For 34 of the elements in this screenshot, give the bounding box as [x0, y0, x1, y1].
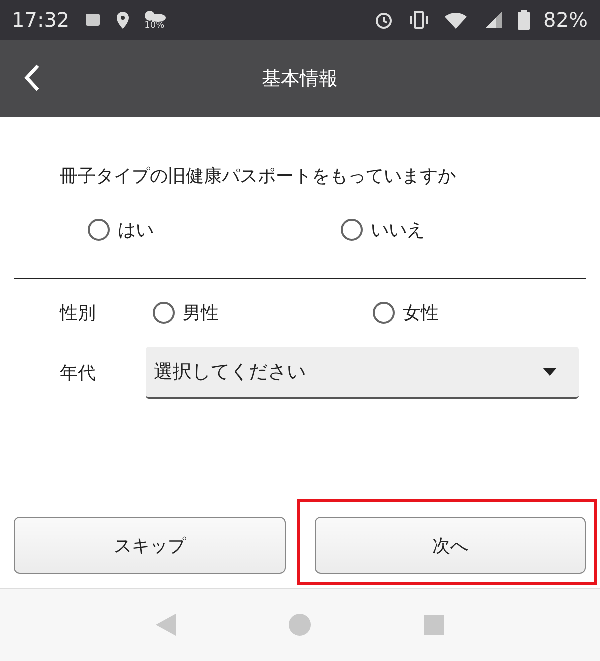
option-label: いいえ	[371, 219, 425, 242]
home-circle-icon	[288, 614, 311, 636]
radio-button[interactable]	[88, 219, 110, 241]
option-label: はい	[118, 219, 154, 242]
header-title: 基本情報	[262, 66, 338, 92]
back-triangle-icon	[156, 614, 176, 636]
alarm-clock-icon	[374, 10, 394, 30]
action-button[interactable]: スキップ	[14, 517, 286, 574]
battery-icon	[518, 10, 530, 30]
weather-percent: 10%	[144, 22, 165, 30]
radio-option[interactable]: はい	[88, 218, 341, 242]
radio-option[interactable]: 女性	[373, 301, 593, 325]
vibrate-icon	[408, 10, 430, 30]
signal-icon	[484, 10, 504, 30]
radio-button[interactable]	[373, 302, 395, 324]
wifi-icon	[444, 10, 470, 30]
radio-button[interactable]	[153, 302, 175, 324]
age-select[interactable]: 選択してください	[146, 347, 579, 399]
option-label: 男性	[183, 302, 219, 325]
battery-percent: 82%	[544, 8, 588, 32]
radio-button[interactable]	[341, 219, 363, 241]
radio-option[interactable]: いいえ	[341, 218, 594, 242]
age-label: 年代	[60, 362, 97, 385]
action-button[interactable]: 次へ	[314, 517, 586, 574]
radio-option[interactable]: 男性	[153, 301, 373, 325]
location-pin-icon	[116, 10, 130, 30]
gender-label: 性別	[60, 302, 97, 325]
option-label: 女性	[403, 302, 439, 325]
app-notification-icon	[84, 11, 102, 29]
recents-square-icon	[424, 615, 444, 635]
question-text: 冊子タイプの旧健康パスポートをもっていますか	[59, 165, 457, 188]
weather-icon	[144, 10, 166, 22]
status-time: 17:32	[12, 8, 70, 32]
dropdown-caret-icon	[543, 368, 557, 376]
